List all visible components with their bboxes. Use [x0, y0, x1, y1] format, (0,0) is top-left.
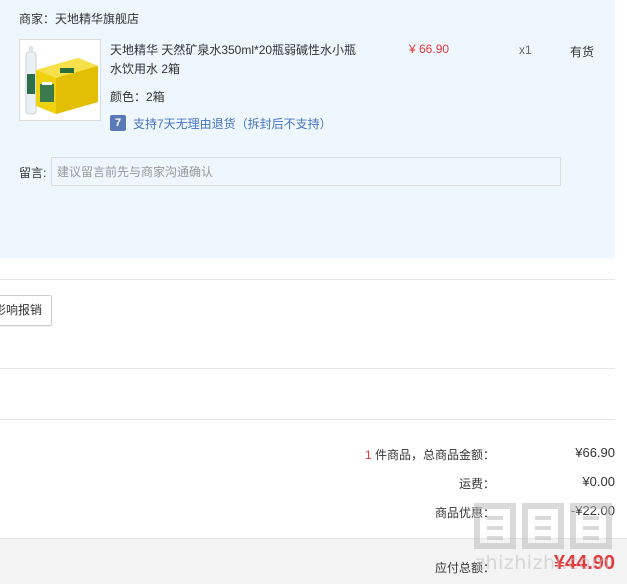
- goods-total-text: 件商品，总商品金额：: [371, 448, 495, 462]
- seller-name[interactable]: 商家：天地精华旗舰店: [19, 10, 139, 27]
- goods-total-label: 1 件商品，总商品金额：: [365, 446, 495, 463]
- water-box-image-icon: [20, 40, 100, 120]
- shipping-amount: ¥0.00: [582, 474, 615, 489]
- product-name[interactable]: 天地精华 天然矿泉水350ml*20瓶弱碱性水小瓶水饮用水 2箱: [110, 41, 360, 79]
- product-thumbnail[interactable]: [19, 39, 101, 121]
- site-watermark: zhizhizhi.com: [469, 496, 619, 578]
- remark-input[interactable]: [51, 157, 561, 186]
- goods-count: 1: [364, 448, 372, 462]
- section-divider: [0, 368, 615, 369]
- watermark-logo-icon: [474, 503, 612, 549]
- watermark-site-text: zhizhizhi.com: [475, 552, 611, 574]
- section-divider: [0, 279, 615, 280]
- return-policy[interactable]: 7 支持7天无理由退货（拆封后不支持）: [110, 114, 332, 132]
- return-policy-text[interactable]: 支持7天无理由退货（拆封后不支持）: [133, 115, 332, 132]
- goods-total-amount: ¥66.90: [575, 445, 615, 460]
- seven-day-return-icon: 7: [110, 115, 126, 131]
- shipping-label: 运费：: [458, 477, 495, 491]
- product-quantity: x1: [519, 43, 532, 57]
- invoice-button[interactable]: 影响报销: [0, 295, 52, 326]
- stock-status: 有货: [570, 45, 595, 59]
- product-variant: 颜色：2箱: [110, 90, 165, 104]
- section-divider: [0, 419, 615, 420]
- remark-label: 留言:: [19, 166, 47, 180]
- product-price: ¥ 66.90: [409, 42, 450, 56]
